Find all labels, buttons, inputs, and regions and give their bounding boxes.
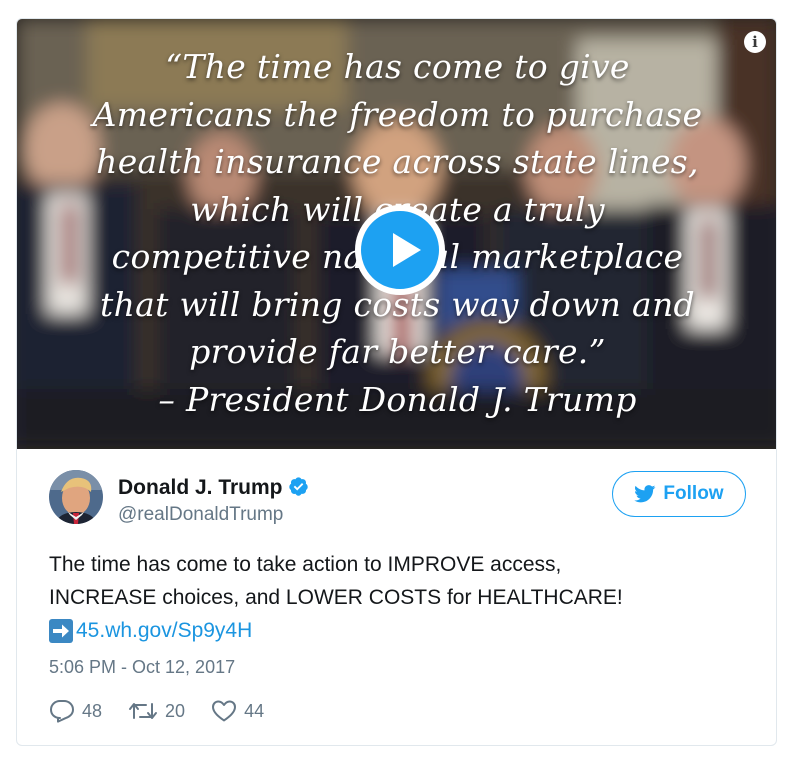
video-thumbnail[interactable]: “The time has come to give Americans the…: [17, 19, 776, 449]
like-button[interactable]: 44: [211, 699, 264, 723]
tweet-embed-card: “The time has come to give Americans the…: [16, 18, 777, 746]
avatar[interactable]: [49, 470, 103, 524]
user-handle[interactable]: @realDonaldTrump: [118, 504, 283, 526]
reply-icon: [50, 700, 74, 723]
like-count: 44: [244, 700, 265, 721]
play-icon: [393, 233, 421, 267]
quote-line: provide far better care.”: [189, 332, 606, 371]
tweet-text-line: The time has come to take action to IMPR…: [49, 553, 562, 576]
tweet-actions: 48 20 44: [49, 699, 290, 723]
quote-line: health insurance across state lines,: [96, 142, 699, 181]
play-button[interactable]: [355, 205, 445, 295]
tweet-timestamp[interactable]: 5:06 PM - Oct 12, 2017: [49, 657, 235, 678]
tweet-text: The time has come to take action to IMPR…: [49, 548, 749, 647]
verified-badge-icon: [288, 477, 308, 496]
retweet-button[interactable]: 20: [128, 700, 185, 722]
info-icon[interactable]: i: [744, 31, 766, 53]
retweet-count: 20: [165, 700, 186, 721]
quote-attribution: – President Donald J. Trump: [158, 379, 637, 419]
follow-label: Follow: [663, 483, 724, 504]
quote-line: Americans the freedom to purchase: [92, 94, 703, 134]
twitter-bird-icon: [634, 485, 656, 503]
right-arrow-emoji-icon: [49, 618, 73, 643]
follow-button[interactable]: Follow: [612, 471, 746, 517]
tweet-text-line: INCREASE choices, and LOWER COSTS for HE…: [49, 586, 623, 609]
avatar-image: [49, 470, 103, 524]
quote-line: “The time has come to give: [165, 47, 630, 86]
heart-icon: [212, 700, 237, 722]
tweet-link[interactable]: 45.wh.gov/Sp9y4H: [76, 614, 252, 647]
retweet-icon: [129, 703, 158, 719]
tweet-link-row: 45.wh.gov/Sp9y4H: [49, 614, 749, 647]
reply-button[interactable]: 48: [49, 699, 102, 723]
user-display-name[interactable]: Donald J. Trump: [118, 476, 309, 500]
reply-count: 48: [82, 700, 103, 721]
user-name-text: Donald J. Trump: [118, 476, 283, 499]
